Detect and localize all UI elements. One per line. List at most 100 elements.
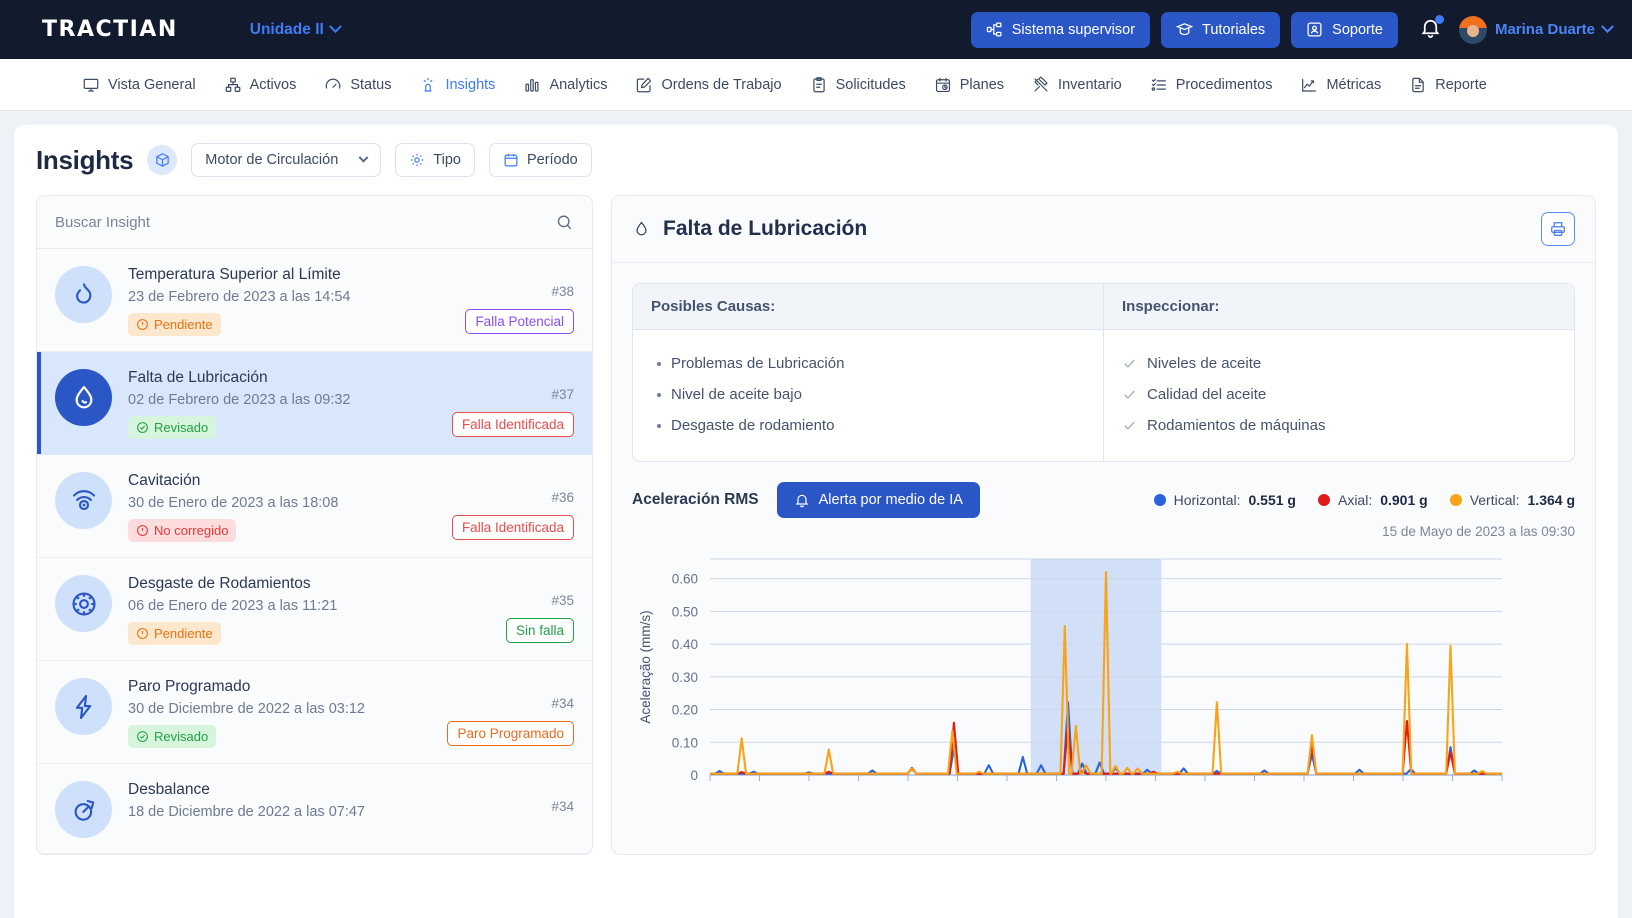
- soporte-button[interactable]: Soporte: [1291, 12, 1398, 48]
- insight-info: Temperatura Superior al Límite23 de Febr…: [128, 266, 449, 336]
- tutoriales-button[interactable]: Tutoriales: [1161, 12, 1280, 48]
- page-title: Insights: [36, 145, 133, 176]
- avatar: [1459, 16, 1487, 44]
- insight-list-item[interactable]: Desbalance 18 de Diciembre de 2022 a las …: [37, 764, 592, 854]
- nav-item-reporte[interactable]: Reporte: [1395, 59, 1501, 110]
- bearing-icon: [69, 589, 99, 619]
- insight-tag: Falla Identificada: [452, 515, 574, 540]
- nav-item-analytics[interactable]: Analytics: [509, 59, 621, 110]
- calendar-clock-icon: [934, 76, 952, 94]
- assets-icon: [224, 76, 242, 94]
- inspect-column: Inspeccionar: Niveles de aceite Calidad d…: [1103, 284, 1574, 461]
- inspect-header: Inspeccionar:: [1104, 284, 1574, 330]
- nav-item-procedimentos[interactable]: Procedimentos: [1136, 59, 1287, 110]
- period-filter-label: Período: [527, 152, 578, 168]
- type-filter-button[interactable]: Tipo: [395, 143, 475, 177]
- insight-list-item[interactable]: Temperatura Superior al Límite23 de Febr…: [37, 249, 592, 352]
- insight-title: Desbalance: [128, 781, 535, 799]
- alarm-light-icon: [419, 76, 437, 94]
- insight-detail-card: Falta de Lubricación Posibles Causas: Pr…: [611, 195, 1596, 855]
- insight-title: Temperatura Superior al Límite: [128, 266, 449, 284]
- alert-circle-icon: [136, 318, 149, 331]
- legend-item-horizontal[interactable]: Horizontal:0.551 g: [1154, 492, 1296, 508]
- clipboard-icon: [810, 76, 828, 94]
- insight-date: 02 de Febrero de 2023 a las 09:32: [128, 392, 436, 408]
- inspect-item: Calidad del aceite: [1122, 379, 1556, 410]
- nav-item-vista-general[interactable]: Vista General: [68, 59, 210, 110]
- period-filter-button[interactable]: Período: [489, 143, 592, 177]
- edit-square-icon: [635, 76, 653, 94]
- legend-label: Vertical:: [1470, 492, 1520, 508]
- notifications-button[interactable]: [1419, 16, 1442, 44]
- sistema-supervisor-button[interactable]: Sistema supervisor: [971, 12, 1150, 48]
- insight-info: Paro Programado30 de Diciembre de 2022 a…: [128, 678, 431, 748]
- causes-column: Posibles Causas: Problemas de Lubricació…: [633, 284, 1103, 461]
- print-button[interactable]: [1541, 212, 1575, 246]
- insight-list-item[interactable]: Desgaste de Rodamientos06 de Enero de 20…: [37, 558, 592, 661]
- status-badge: Revisado: [128, 416, 216, 439]
- content-split: Temperatura Superior al Límite23 de Febr…: [36, 195, 1596, 855]
- nav-item-inventario[interactable]: Inventario: [1018, 59, 1136, 110]
- insight-meta: #38Falla Potencial: [465, 266, 574, 334]
- search-icon[interactable]: [555, 213, 574, 232]
- nav-item-solicitudes[interactable]: Solicitudes: [796, 59, 920, 110]
- cause-label: Problemas de Lubricación: [671, 355, 844, 372]
- insight-tag: Sin falla: [506, 618, 574, 643]
- insight-number: #34: [551, 696, 574, 711]
- nav-item-activos[interactable]: Activos: [210, 59, 311, 110]
- user-name-label: Marina Duarte: [1495, 21, 1595, 38]
- unbalance-icon: [69, 795, 99, 825]
- nav-item-status[interactable]: Status: [310, 59, 405, 110]
- check-icon: [1122, 387, 1137, 402]
- sistema-supervisor-label: Sistema supervisor: [1012, 22, 1135, 38]
- insight-info: Desgaste de Rodamientos06 de Enero de 20…: [128, 575, 490, 645]
- insight-list-item[interactable]: Paro Programado30 de Diciembre de 2022 a…: [37, 661, 592, 764]
- cause-label: Nivel de aceite bajo: [671, 386, 802, 403]
- ia-alert-button[interactable]: Alerta por medio de IA: [777, 482, 980, 518]
- insight-date: 30 de Enero de 2023 a las 18:08: [128, 495, 436, 511]
- nav-item-label: Activos: [250, 77, 297, 93]
- unit-selector[interactable]: Unidade II: [250, 21, 340, 39]
- inspect-item: Niveles de aceite: [1122, 348, 1556, 379]
- acceleration-rms-chart[interactable]: 00.100.200.300.400.500.60Aceleração (mm/…: [632, 545, 1512, 813]
- detail-header: Falta de Lubricación: [612, 196, 1595, 263]
- inspect-label: Niveles de aceite: [1147, 355, 1261, 372]
- cause-item: Desgaste de rodamiento: [651, 410, 1085, 441]
- asset-filter-dropdown[interactable]: Motor de Circulación: [191, 143, 381, 177]
- droplet-icon: [632, 218, 651, 241]
- legend-item-vertical[interactable]: Vertical:1.364 g: [1450, 492, 1575, 508]
- insight-list-item[interactable]: Cavitación30 de Enero de 2023 a las 18:0…: [37, 455, 592, 558]
- inspect-list: Niveles de aceiteCalidad del aceiteRodam…: [1104, 330, 1574, 461]
- bell-icon: [794, 492, 810, 508]
- search-input[interactable]: [55, 214, 555, 231]
- nav-item-insights[interactable]: Insights: [405, 59, 509, 110]
- status-badge-label: Pendiente: [154, 317, 213, 332]
- cube-icon: [154, 152, 171, 169]
- nav-item-planes[interactable]: Planes: [920, 59, 1018, 110]
- legend-color-dot: [1154, 494, 1166, 506]
- y-axis-tick-label: 0: [690, 768, 698, 783]
- check-icon: [1122, 356, 1137, 371]
- support-agent-icon: [1306, 21, 1323, 38]
- chevron-down-icon: [1601, 20, 1614, 33]
- cause-label: Desgaste de rodamiento: [671, 417, 834, 434]
- status-badge-label: Revisado: [154, 729, 208, 744]
- chart-label: Aceleración RMS: [632, 491, 759, 509]
- insight-meta: #34Paro Programado: [447, 678, 574, 746]
- nav-item-ordens-de-trabajo[interactable]: Ordens de Trabajo: [621, 59, 795, 110]
- y-axis-tick-label: 0.40: [672, 637, 698, 652]
- insight-icon: [55, 472, 112, 529]
- insight-list-item[interactable]: Falta de Lubricación02 de Febrero de 202…: [37, 352, 592, 455]
- legend-label: Horizontal:: [1174, 492, 1241, 508]
- nav-item-label: Analytics: [549, 77, 607, 93]
- network-icon: [986, 21, 1003, 38]
- insight-date: 18 de Diciembre de 2022 a las 07:47: [128, 804, 535, 820]
- status-badge: Pendiente: [128, 622, 221, 645]
- insight-icon: [55, 575, 112, 632]
- insight-number: #37: [551, 387, 574, 402]
- insight-number: #34: [551, 799, 574, 814]
- nav-item-m-tricas[interactable]: Métricas: [1286, 59, 1395, 110]
- nav-item-label: Vista General: [108, 77, 196, 93]
- legend-item-axial[interactable]: Axial:0.901 g: [1318, 492, 1428, 508]
- user-menu[interactable]: Marina Duarte: [1459, 16, 1612, 44]
